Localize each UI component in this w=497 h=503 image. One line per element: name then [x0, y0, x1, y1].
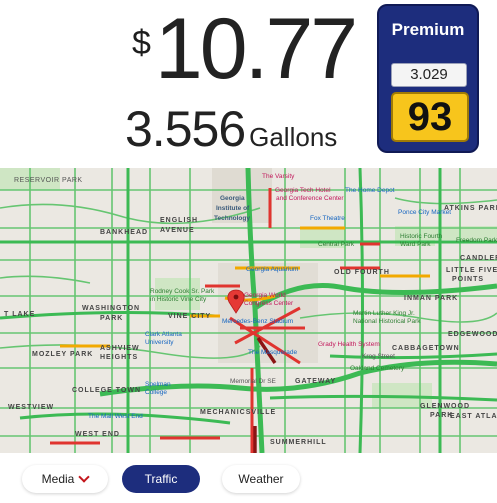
gallons-readout: 3.556 Gallons [125, 100, 337, 158]
svg-text:Oakland Cemetery: Oakland Cemetery [350, 365, 405, 372]
price-amount: 10.77 [154, 1, 358, 97]
svg-text:Congress Center: Congress Center [244, 300, 294, 307]
bottom-tab-bar: Media Traffic Weather [0, 453, 497, 503]
svg-text:Institute of: Institute of [216, 205, 250, 212]
svg-text:Historic Fourth: Historic Fourth [400, 233, 443, 240]
svg-text:Ward Park: Ward Park [400, 241, 431, 248]
svg-text:Georgia Aquarium: Georgia Aquarium [246, 266, 298, 273]
svg-text:Clark Atlanta: Clark Atlanta [145, 331, 182, 338]
svg-text:MECHANICSVILLE: MECHANICSVILLE [200, 409, 276, 416]
traffic-map-canvas[interactable]: RESERVOIR PARK ENGLISH AVENUE BANKHEAD W… [0, 168, 497, 453]
gallons-value: 3.556 [125, 101, 246, 157]
svg-text:and Conference Center: and Conference Center [276, 195, 344, 202]
svg-text:Rodney Cook Sr. Park: Rodney Cook Sr. Park [150, 288, 215, 295]
tab-weather-label: Weather [238, 472, 284, 486]
svg-text:College: College [145, 389, 167, 396]
svg-text:PARK: PARK [100, 315, 123, 322]
svg-text:ENGLISH: ENGLISH [160, 217, 198, 224]
svg-text:T LAKE: T LAKE [4, 311, 35, 318]
svg-text:Central Park: Central Park [318, 241, 355, 248]
svg-text:The Home Depot: The Home Depot [345, 187, 395, 194]
svg-text:Mercedes-Benz Stadium: Mercedes-Benz Stadium [222, 318, 293, 325]
tab-media[interactable]: Media [22, 465, 108, 493]
octane-rating: 93 [391, 92, 469, 142]
svg-text:GLENWOOD: GLENWOOD [420, 403, 470, 410]
svg-text:CANDLER: CANDLER [460, 255, 497, 262]
tab-traffic-label: Traffic [144, 472, 178, 486]
svg-text:HEIGHTS: HEIGHTS [100, 354, 138, 361]
chevron-down-icon [78, 470, 91, 483]
total-price: $ 10.77 [132, 1, 358, 102]
pump-grade-panel: Premium 3.029 93 [377, 4, 479, 153]
svg-text:Grady Health System: Grady Health System [318, 341, 380, 348]
svg-text:INMAN PARK: INMAN PARK [404, 295, 458, 302]
svg-text:Georgia: Georgia [220, 195, 245, 202]
svg-text:COLLEGE TOWN: COLLEGE TOWN [72, 387, 141, 394]
svg-text:ATKINS PARK: ATKINS PARK [444, 205, 497, 212]
svg-text:Krog Street: Krog Street [362, 353, 395, 360]
svg-text:in Historic Vine City: in Historic Vine City [150, 296, 207, 303]
gallons-unit: Gallons [249, 122, 338, 152]
svg-text:Ponce City Market: Ponce City Market [398, 209, 451, 216]
fuel-grade-label: Premium [391, 20, 465, 39]
svg-text:OLD FOURTH: OLD FOURTH [334, 269, 390, 276]
svg-text:LITTLE FIVE: LITTLE FIVE [446, 267, 497, 274]
svg-text:Martin Luther King Jr.: Martin Luther King Jr. [353, 310, 415, 317]
currency-symbol: $ [132, 24, 151, 62]
svg-text:EAST ATLA: EAST ATLA [450, 413, 497, 420]
svg-text:POINTS: POINTS [452, 276, 484, 283]
svg-text:GATEWAY: GATEWAY [295, 378, 336, 385]
svg-text:Memorial Dr SE: Memorial Dr SE [230, 378, 277, 385]
price-per-gallon: 3.029 [391, 63, 467, 87]
svg-text:SUMMERHILL: SUMMERHILL [270, 439, 327, 446]
svg-text:WESTVIEW: WESTVIEW [8, 404, 54, 411]
svg-text:ASHVIEW: ASHVIEW [100, 345, 140, 352]
svg-text:University: University [145, 339, 174, 346]
svg-text:Fox Theatre: Fox Theatre [310, 215, 345, 222]
tab-weather[interactable]: Weather [222, 465, 300, 493]
svg-text:EDGEWOOD: EDGEWOOD [448, 331, 497, 338]
svg-text:WASHINGTON: WASHINGTON [82, 305, 140, 312]
svg-text:RESERVOIR PARK: RESERVOIR PARK [14, 177, 83, 184]
svg-text:The Masquerade: The Masquerade [248, 349, 298, 356]
svg-text:AVENUE: AVENUE [160, 227, 195, 234]
svg-text:The Mall West End: The Mall West End [88, 413, 143, 420]
traffic-map[interactable]: RESERVOIR PARK ENGLISH AVENUE BANKHEAD W… [0, 168, 497, 453]
svg-text:MOZLEY PARK: MOZLEY PARK [32, 351, 93, 358]
svg-text:Freedom Park: Freedom Park [456, 237, 497, 244]
svg-text:National Historical Park: National Historical Park [353, 318, 421, 325]
svg-text:Spelman: Spelman [145, 381, 171, 388]
svg-text:CABBAGETOWN: CABBAGETOWN [392, 345, 460, 352]
svg-text:Technology: Technology [214, 215, 250, 222]
tab-traffic[interactable]: Traffic [122, 465, 200, 493]
svg-text:WEST END: WEST END [75, 431, 120, 438]
svg-text:VINE CITY: VINE CITY [168, 313, 211, 320]
svg-text:Georgia Tech Hotel: Georgia Tech Hotel [275, 187, 331, 194]
tab-media-label: Media [41, 472, 75, 486]
svg-text:The Varsity: The Varsity [262, 173, 295, 180]
svg-text:BANKHEAD: BANKHEAD [100, 229, 148, 236]
svg-text:Georgia World: Georgia World [244, 292, 286, 299]
